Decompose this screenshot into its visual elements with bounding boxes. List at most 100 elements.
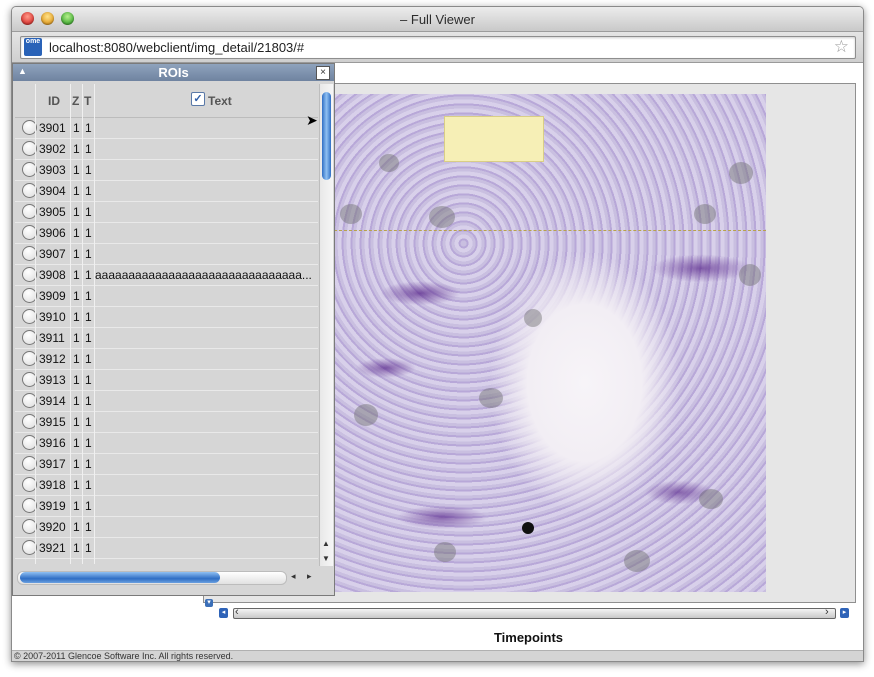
roi-row[interactable]: 3903 1 1 bbox=[15, 160, 318, 181]
roi-row[interactable]: 3907 1 1 bbox=[15, 244, 318, 265]
timepoint-track[interactable] bbox=[233, 608, 836, 619]
column-divider bbox=[70, 84, 71, 564]
url-field[interactable]: ome localhost:8080/webclient/img_detail/… bbox=[20, 36, 856, 59]
scroll-right-icon[interactable]: ▸ bbox=[840, 608, 849, 618]
roi-id: 3907 bbox=[39, 247, 66, 261]
text-roi-note[interactable] bbox=[444, 116, 544, 162]
column-header-id[interactable]: ID bbox=[48, 94, 60, 108]
roi-id: 3908 bbox=[39, 268, 66, 282]
roi-row[interactable]: 3913 1 1 bbox=[15, 370, 318, 391]
roi-t: 1 bbox=[85, 163, 92, 177]
roi-id: 3911 bbox=[39, 331, 65, 345]
roi-id: 3901 bbox=[39, 121, 66, 135]
roi-table-header: ID Z T ✓ Text bbox=[15, 84, 318, 118]
column-header-text[interactable]: Text bbox=[208, 94, 232, 108]
roi-ellipse[interactable] bbox=[624, 550, 650, 572]
roi-panel: ▲ ROIs × ID Z T ✓ Text 3901 1 1 3902 1 1 3903 1… bbox=[12, 63, 335, 596]
vertical-scroll-thumb[interactable] bbox=[322, 92, 331, 180]
column-divider bbox=[82, 84, 83, 564]
scroll-right-icon[interactable]: › bbox=[825, 606, 829, 618]
debris-spot bbox=[522, 522, 534, 534]
roi-ellipse[interactable] bbox=[729, 162, 753, 184]
horizontal-scroll-thumb[interactable] bbox=[20, 572, 220, 583]
roi-row[interactable]: 3916 1 1 bbox=[15, 433, 318, 454]
roi-ellipse[interactable] bbox=[379, 154, 399, 172]
column-header-z[interactable]: Z bbox=[72, 94, 79, 108]
scroll-right-icon[interactable]: ▸ bbox=[307, 571, 312, 582]
roi-row[interactable]: 3911 1 1 bbox=[15, 328, 318, 349]
microscopy-image[interactable] bbox=[334, 94, 766, 592]
roi-t: 1 bbox=[85, 541, 92, 555]
roi-row[interactable]: 3908 1 1 aaaaaaaaaaaaaaaaaaaaaaaaaaaaaaa... bbox=[15, 265, 318, 286]
roi-row[interactable]: 3912 1 1 bbox=[15, 349, 318, 370]
roi-id: 3921 bbox=[39, 541, 66, 555]
roi-row[interactable]: 3910 1 1 bbox=[15, 307, 318, 328]
roi-line[interactable] bbox=[334, 230, 766, 231]
roi-t: 1 bbox=[85, 310, 92, 324]
roi-row[interactable]: 3904 1 1 bbox=[15, 181, 318, 202]
roi-t: 1 bbox=[85, 268, 92, 282]
roi-ellipse[interactable] bbox=[694, 204, 716, 224]
checkbox-icon[interactable]: ✓ bbox=[191, 92, 205, 106]
roi-z: 1 bbox=[73, 289, 80, 303]
roi-ellipse[interactable] bbox=[434, 542, 456, 562]
bookmark-star-icon[interactable]: ☆ bbox=[834, 37, 849, 57]
roi-z: 1 bbox=[73, 331, 80, 345]
close-icon[interactable]: × bbox=[316, 66, 330, 80]
roi-row[interactable]: 3901 1 1 bbox=[15, 118, 318, 139]
roi-id: 3904 bbox=[39, 184, 66, 198]
roi-row[interactable]: 3915 1 1 bbox=[15, 412, 318, 433]
roi-vertical-scrollbar[interactable]: ▲ ▼ bbox=[319, 84, 333, 566]
roi-row[interactable]: 3909 1 1 bbox=[15, 286, 318, 307]
roi-row[interactable]: 3918 1 1 bbox=[15, 475, 318, 496]
roi-t: 1 bbox=[85, 226, 92, 240]
roi-z: 1 bbox=[73, 142, 80, 156]
browser-window: – Full Viewer ome localhost:8080/webclie… bbox=[11, 6, 864, 662]
roi-text[interactable]: aaaaaaaaaaaaaaaaaaaaaaaaaaaaaaa... bbox=[95, 268, 317, 282]
scroll-left-icon[interactable]: ◂ bbox=[219, 608, 228, 618]
roi-z: 1 bbox=[73, 352, 80, 366]
viewport-scroll-button[interactable]: ▾ bbox=[205, 599, 213, 607]
roi-row[interactable]: 3917 1 1 bbox=[15, 454, 318, 475]
roi-z: 1 bbox=[73, 436, 80, 450]
timepoint-scrollbar[interactable]: ◂ ‹ › ▸ bbox=[219, 606, 851, 619]
roi-row[interactable]: 3902 1 1 bbox=[15, 139, 318, 160]
roi-t: 1 bbox=[85, 142, 92, 156]
roi-ellipse[interactable] bbox=[739, 264, 761, 286]
roi-t: 1 bbox=[85, 289, 92, 303]
scroll-up-icon[interactable]: ▲ bbox=[322, 539, 330, 548]
scroll-left-icon[interactable]: ‹ bbox=[235, 606, 239, 618]
roi-z: 1 bbox=[73, 457, 80, 471]
roi-row[interactable]: 3905 1 1 bbox=[15, 202, 318, 223]
roi-row[interactable]: 3920 1 1 bbox=[15, 517, 318, 538]
roi-ellipse[interactable] bbox=[429, 206, 455, 228]
roi-row[interactable]: 3919 1 1 bbox=[15, 496, 318, 517]
roi-z: 1 bbox=[73, 310, 80, 324]
column-divider bbox=[94, 84, 95, 564]
roi-id: 3909 bbox=[39, 289, 66, 303]
roi-ellipse[interactable] bbox=[699, 489, 723, 509]
roi-t: 1 bbox=[85, 499, 92, 513]
roi-t: 1 bbox=[85, 520, 92, 534]
roi-t: 1 bbox=[85, 394, 92, 408]
scroll-left-icon[interactable]: ◂ bbox=[291, 571, 296, 582]
roi-ellipse[interactable] bbox=[479, 388, 503, 408]
roi-z: 1 bbox=[73, 541, 80, 555]
roi-horizontal-scrollbar[interactable]: ◂ ▸ bbox=[17, 570, 317, 585]
scroll-down-icon[interactable]: ▼ bbox=[322, 554, 330, 563]
roi-row[interactable]: 3921 1 1 bbox=[15, 538, 318, 559]
roi-row[interactable]: 3914 1 1 bbox=[15, 391, 318, 412]
roi-z: 1 bbox=[73, 226, 80, 240]
column-header-t[interactable]: T bbox=[84, 94, 91, 108]
roi-ellipse[interactable] bbox=[340, 204, 362, 224]
url-text[interactable]: localhost:8080/webclient/img_detail/2180… bbox=[49, 40, 304, 55]
roi-z: 1 bbox=[73, 478, 80, 492]
roi-row[interactable]: 3906 1 1 bbox=[15, 223, 318, 244]
roi-z: 1 bbox=[73, 247, 80, 261]
title-bar: – Full Viewer bbox=[12, 7, 863, 32]
roi-ellipse[interactable] bbox=[524, 309, 542, 327]
roi-t: 1 bbox=[85, 121, 92, 135]
roi-ellipse[interactable] bbox=[354, 404, 378, 426]
roi-t: 1 bbox=[85, 205, 92, 219]
roi-panel-header[interactable]: ▲ ROIs × bbox=[13, 64, 334, 81]
